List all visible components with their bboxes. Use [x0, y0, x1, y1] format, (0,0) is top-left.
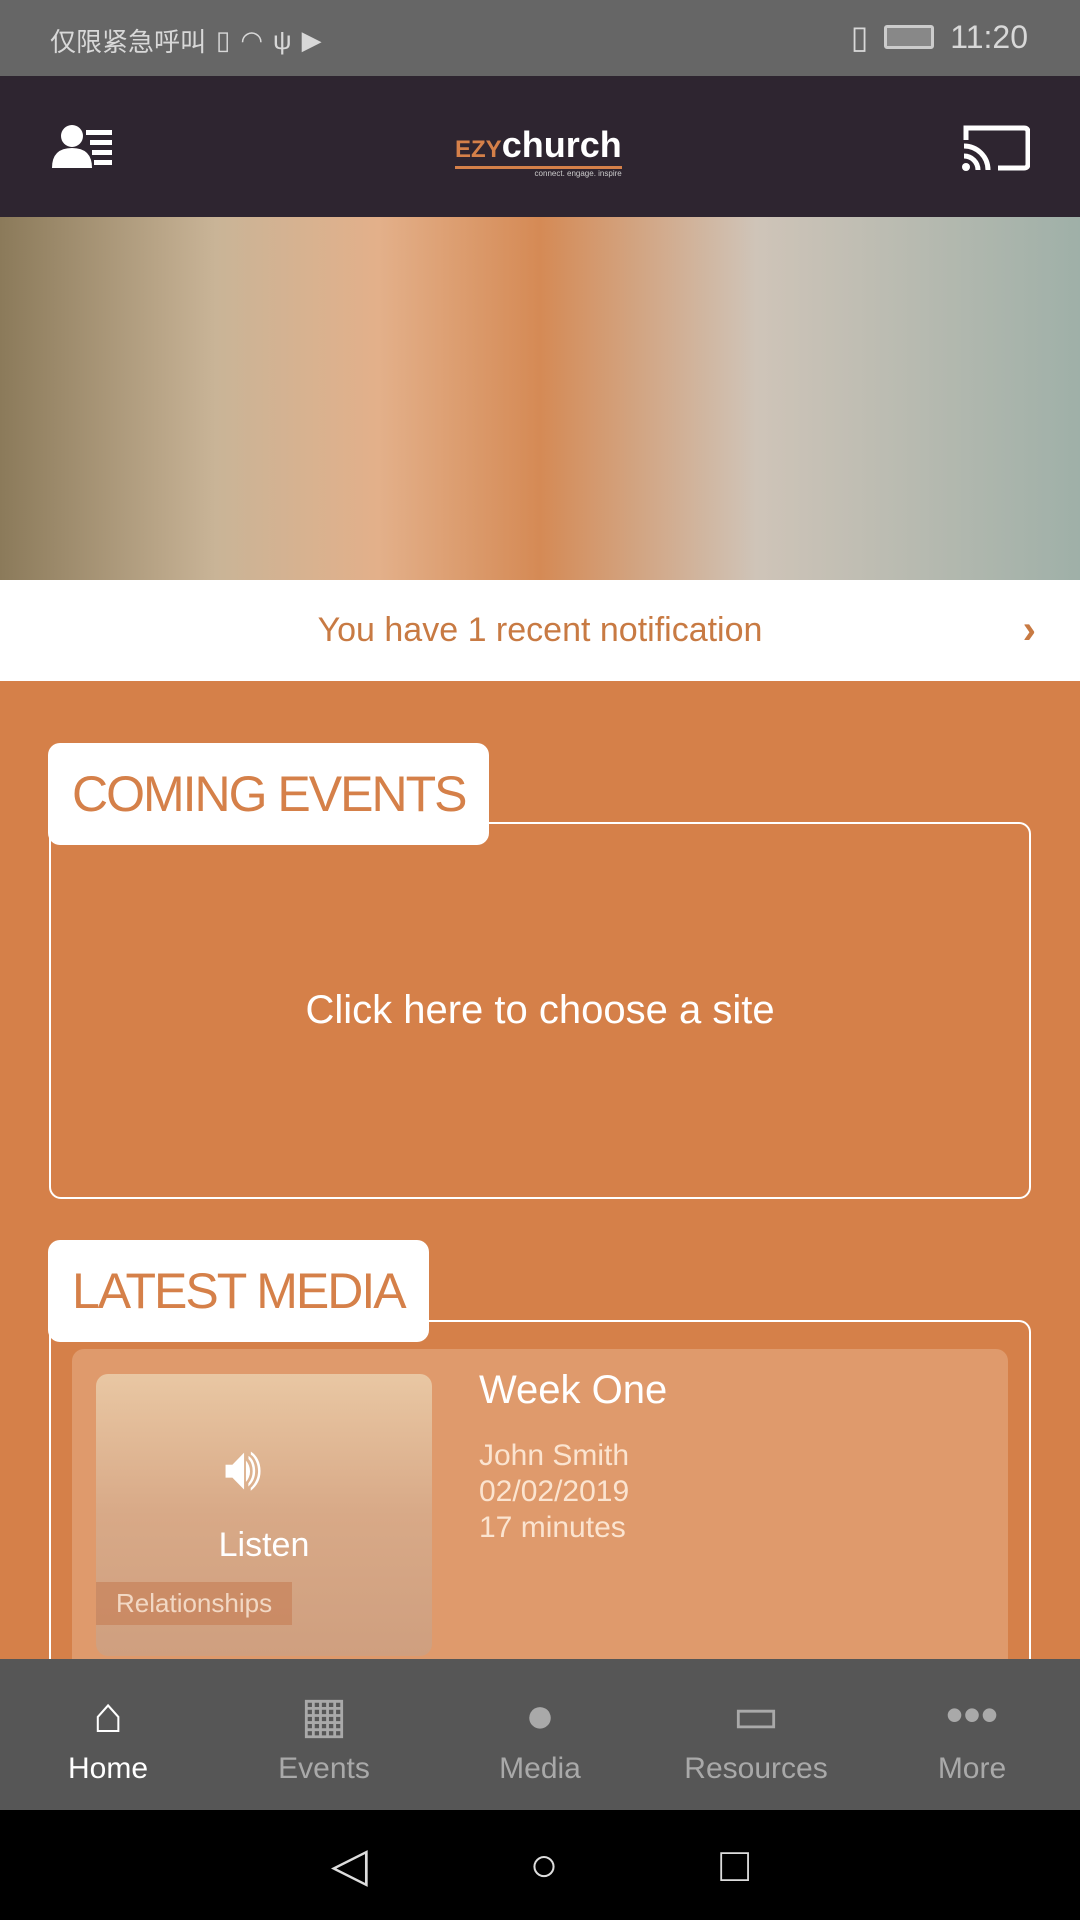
nfc-icon: ▶ [301, 25, 322, 55]
coming-events-box[interactable]: Click here to choose a site [49, 822, 1031, 1199]
notification-text: You have 1 recent notification [317, 611, 763, 649]
logo-prefix: EZY [455, 136, 502, 163]
media-duration: 17 minutes [479, 1511, 626, 1544]
carrier-text: 仅限紧急呼叫 [50, 27, 207, 57]
coming-events-heading: COMING EVENTS [48, 743, 490, 845]
sim-alert-icon: ▯ [216, 25, 231, 55]
media-speaker: John Smith [479, 1439, 630, 1472]
clock: 11:20 [950, 18, 1028, 55]
listen-label: Listen [218, 1526, 310, 1564]
logo-main: church [501, 124, 622, 165]
nav-label: More [937, 1751, 1007, 1785]
category-tag: Relationships [96, 1582, 293, 1625]
media-thumbnail[interactable]: 🔊︎ Listen Relationships [96, 1374, 432, 1656]
monitor-icon: ▭ [732, 1686, 780, 1743]
media-title[interactable]: Week One [479, 1368, 667, 1413]
back-icon[interactable]: ◁ [331, 1837, 368, 1893]
choose-site-link[interactable]: Click here to choose a site [305, 988, 774, 1033]
usb-icon: ψ [273, 25, 292, 55]
speaker-icon: 🔊︎ [224, 1435, 262, 1502]
cast-icon[interactable] [962, 124, 1030, 172]
home-icon: ⌂ [92, 1686, 124, 1743]
media-date: 02/02/2019 [479, 1475, 630, 1508]
nav-label: Home [67, 1751, 149, 1785]
profile-list-icon[interactable] [52, 124, 116, 170]
chevron-right-icon: › [1022, 608, 1036, 652]
nav-home[interactable]: ⌂ Home [0, 1659, 216, 1810]
calendar-icon: ▦ [300, 1686, 348, 1743]
app-logo: EZYchurch connect. engage. inspire [455, 124, 622, 178]
vibrate-icon: ▯ [850, 19, 869, 55]
recents-icon[interactable]: □ [720, 1838, 749, 1893]
battery-charging-icon [884, 25, 935, 49]
nav-media[interactable]: ● Media [432, 1659, 648, 1810]
logo-tagline: connect. engage. inspire [455, 166, 622, 178]
nav-label: Media [499, 1751, 581, 1785]
app-header: EZYchurch connect. engage. inspire [0, 76, 1080, 217]
system-nav-bar: ◁ ○ □ [0, 1810, 1080, 1920]
status-bar: 仅限紧急呼叫 ▯ ◠ ψ ▶ ▯ 11:20 [0, 0, 1080, 76]
microphone-icon: ● [524, 1686, 556, 1743]
notification-bar[interactable]: You have 1 recent notification › [0, 580, 1080, 681]
home-circle-icon[interactable]: ○ [529, 1838, 558, 1893]
nav-events[interactable]: ▦ Events [216, 1659, 432, 1810]
nav-label: Events [278, 1751, 370, 1785]
latest-media-heading: LATEST MEDIA [48, 1240, 429, 1342]
media-meta: John Smith 02/02/2019 17 minutes [479, 1438, 629, 1546]
more-dots-icon: ••• [945, 1686, 999, 1743]
hero-image [0, 217, 1080, 580]
nav-more[interactable]: ••• More [864, 1659, 1080, 1810]
bottom-nav: ⌂ Home ▦ Events ● Media ▭ Resources ••• More [0, 1659, 1080, 1810]
nav-label: Resources [684, 1751, 828, 1785]
wifi-icon: ◠ [240, 25, 264, 55]
nav-resources[interactable]: ▭ Resources [648, 1659, 864, 1810]
